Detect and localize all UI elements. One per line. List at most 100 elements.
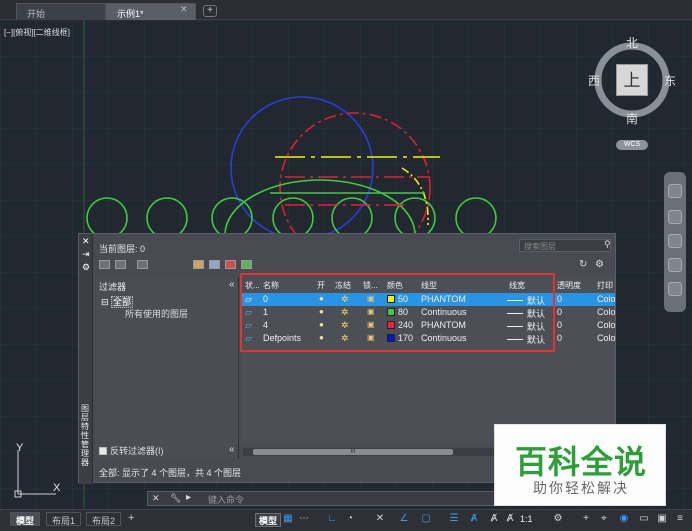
layer-linetype[interactable]: Continuous	[421, 333, 467, 343]
layer-name[interactable]: Defpoints	[263, 333, 301, 343]
polar-icon[interactable]: ◔	[344, 513, 356, 526]
layer-linetype[interactable]: Continuous	[421, 307, 467, 317]
properties-icon[interactable]: ⚙	[82, 262, 90, 273]
collapse-icon[interactable]: «	[229, 444, 235, 455]
ortho-icon[interactable]: ∟	[326, 513, 338, 526]
layer-linetype[interactable]: PHANTOM	[421, 320, 466, 330]
hardware-acceleration-icon[interactable]: ⌖	[598, 513, 610, 526]
layer-transparency[interactable]: 0	[557, 333, 562, 343]
layout-tab-1[interactable]: 布局1	[46, 512, 82, 526]
sun-icon[interactable]: ✲	[341, 333, 349, 344]
column-name[interactable]: 名称	[263, 280, 279, 291]
new-property-filter-button[interactable]	[99, 260, 110, 269]
column-lock[interactable]: 锁...	[363, 280, 378, 291]
tab-start[interactable]: 开始	[16, 3, 106, 20]
compass-east[interactable]: 东	[664, 72, 676, 89]
new-layer-button[interactable]	[193, 260, 204, 269]
unlock-icon[interactable]: ▣	[367, 307, 375, 316]
lineweight-icon[interactable]: ☰	[448, 513, 460, 526]
sun-icon[interactable]: ✲	[341, 307, 349, 318]
plus-icon[interactable]: +	[580, 513, 592, 526]
refresh-icon[interactable]: ↻	[579, 259, 587, 270]
table-row[interactable]: ▱ 0 ● ✲ ▣ 50 PHANTOM 默认 0 Colo	[241, 293, 615, 306]
close-icon[interactable]: ✕	[152, 493, 160, 504]
unlock-icon[interactable]: ▣	[367, 320, 375, 329]
close-icon[interactable]: ✕	[82, 236, 90, 247]
new-group-filter-button[interactable]	[115, 260, 126, 269]
grid-icon[interactable]: ▦	[282, 513, 294, 526]
fullscreen-icon[interactable]: ▣	[656, 513, 668, 526]
layer-transparency[interactable]: 0	[557, 320, 562, 330]
layer-plot-style[interactable]: Colo	[597, 333, 615, 343]
auto-scale-icon[interactable]: Ⱥ	[488, 513, 500, 526]
settings-icon[interactable]: ⚙	[595, 259, 604, 270]
layer-color[interactable]: 50	[387, 294, 408, 304]
layer-color[interactable]: 80	[387, 307, 408, 317]
layer-lineweight[interactable]: 默认	[507, 333, 545, 346]
gear-icon[interactable]: ⚙	[552, 513, 564, 526]
column-on[interactable]: 开	[317, 280, 325, 291]
column-plot[interactable]: 打印	[597, 280, 613, 291]
set-current-button[interactable]	[241, 260, 252, 269]
new-layer-vp-frozen-button[interactable]	[209, 260, 220, 269]
annotation-scale-value[interactable]: 1:1	[520, 514, 533, 524]
add-layout-button[interactable]: +	[128, 512, 134, 524]
layer-search-input[interactable]: 搜索图层 ⚲	[519, 239, 611, 252]
showmotion-icon[interactable]	[668, 282, 682, 296]
annotation-scale-icon[interactable]: Ⱥ	[504, 513, 516, 526]
command-input[interactable]: 键入命令	[208, 493, 244, 506]
osnap-tracking-icon[interactable]: ∠	[398, 513, 410, 526]
clean-screen-icon[interactable]: ▭	[638, 513, 650, 526]
layer-plot-style[interactable]: Colo	[597, 320, 615, 330]
collapse-icon[interactable]: «	[229, 279, 235, 290]
layer-name[interactable]: 4	[263, 320, 268, 330]
wrench-icon[interactable]: 🔧︎	[170, 493, 181, 504]
table-row[interactable]: ▱ 4 ● ✲ ▣ 240 PHANTOM 默认 0 Colo	[241, 319, 615, 332]
search-icon[interactable]: ⚲	[604, 239, 611, 250]
model-space-button[interactable]: 模型	[255, 513, 282, 527]
layer-plot-style[interactable]: Colo	[597, 307, 615, 317]
column-linetype[interactable]: 线型	[421, 280, 437, 291]
layout-tab-model[interactable]: 模型	[10, 512, 41, 526]
bulb-icon[interactable]: ●	[319, 307, 324, 316]
layer-color[interactable]: 170	[387, 333, 413, 343]
layer-color[interactable]: 240	[387, 320, 413, 330]
pan-icon[interactable]	[668, 210, 682, 224]
sun-icon[interactable]: ✲	[341, 294, 349, 305]
bulb-icon[interactable]: ●	[319, 294, 324, 303]
column-color[interactable]: 颜色	[387, 280, 403, 291]
viewcube-top-face[interactable]: 上	[616, 64, 648, 96]
command-line[interactable]: ✕ 🔧︎ ▸ 键入命令	[147, 491, 497, 506]
menu-icon[interactable]: ≡	[674, 513, 686, 526]
layer-plot-style[interactable]: Colo	[597, 294, 615, 304]
scrollbar-thumb[interactable]: III	[253, 449, 453, 455]
zoom-icon[interactable]	[668, 234, 682, 248]
layer-transparency[interactable]: 0	[557, 294, 562, 304]
column-status[interactable]: 状...	[245, 280, 260, 291]
snap-icon[interactable]: ⋯	[298, 513, 310, 526]
palette-title-bar[interactable]: ✕ ⇥ ⚙ 图层特性管理器	[79, 234, 93, 484]
delete-layer-button[interactable]	[225, 260, 236, 269]
close-icon[interactable]: ✕	[180, 4, 188, 15]
tree-item-used-layers[interactable]: 所有使用的图层	[125, 307, 188, 320]
compass-north[interactable]: 北	[626, 34, 638, 51]
isodraft-icon[interactable]: ✕	[374, 513, 386, 526]
unlock-icon[interactable]: ▣	[367, 294, 375, 303]
viewport-controls-label[interactable]: [−][俯视][二维线框]	[4, 27, 70, 38]
command-prompt-icon[interactable]: ▸	[186, 492, 191, 503]
layer-name[interactable]: 1	[263, 307, 268, 317]
wcs-menu[interactable]: WCS	[616, 140, 648, 150]
layout-tab-2[interactable]: 布局2	[86, 512, 122, 526]
column-transparency[interactable]: 透明度	[557, 280, 581, 291]
layer-name[interactable]: 0	[263, 294, 268, 304]
autohide-icon[interactable]: ⇥	[82, 249, 90, 260]
checkbox[interactable]	[99, 447, 107, 455]
invert-filter-checkbox[interactable]: 反转过滤器(I)	[99, 444, 164, 457]
steering-wheel-icon[interactable]	[668, 184, 682, 198]
column-lineweight[interactable]: 线宽	[509, 280, 525, 291]
unlock-icon[interactable]: ▣	[367, 333, 375, 342]
compass-south[interactable]: 南	[626, 110, 638, 127]
bulb-icon[interactable]: ●	[319, 333, 324, 342]
layer-transparency[interactable]: 0	[557, 307, 562, 317]
object-snap-icon[interactable]: ▢	[420, 513, 432, 526]
